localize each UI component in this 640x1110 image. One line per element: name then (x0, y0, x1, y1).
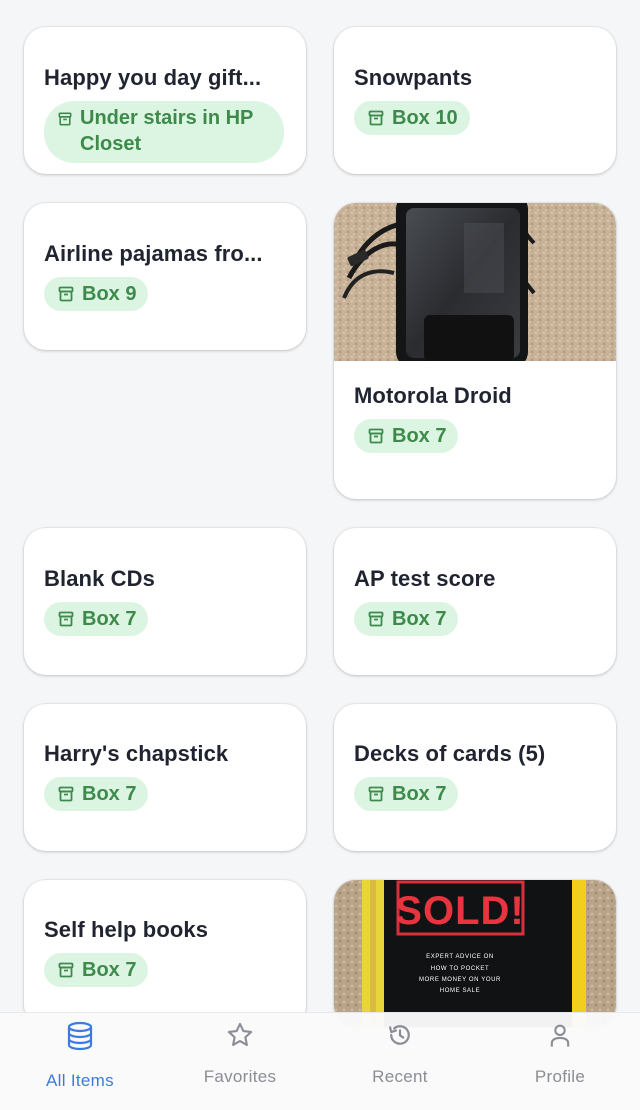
location-badge: Box 7 (354, 777, 459, 811)
item-card[interactable]: Blank CDs Box 7 (24, 528, 306, 675)
box-icon (368, 786, 384, 802)
item-title: Motorola Droid (354, 383, 512, 408)
item-title: Decks of cards (5) (354, 741, 546, 766)
item-title: Self help books (44, 917, 209, 942)
item-title: Blank CDs (44, 566, 155, 591)
location-label: Box 9 (82, 283, 137, 305)
item-title: Happy you day gift... (44, 65, 262, 90)
location-label: Box 10 (392, 107, 458, 129)
location-label: Box 7 (82, 608, 137, 630)
location-label: Box 7 (392, 425, 447, 447)
box-icon (58, 112, 72, 126)
star-icon (227, 1022, 253, 1046)
item-card[interactable]: Airline pajamas fro... Box 9 (24, 203, 306, 350)
database-icon (67, 1021, 93, 1051)
location-label: Box 7 (392, 783, 447, 805)
location-badge: Under stairs in HP Closet (44, 101, 284, 163)
tab-favorites[interactable]: Favorites (160, 1013, 320, 1110)
location-badge: Box 7 (44, 953, 149, 987)
tab-label: Profile (534, 1067, 586, 1086)
bottom-tab-bar: All Items Favorites Recent Profile (0, 1012, 640, 1110)
box-icon (58, 786, 74, 802)
location-label: Box 7 (392, 608, 447, 630)
item-card[interactable]: Decks of cards (5) Box 7 (334, 704, 616, 851)
location-badge: Box 7 (354, 602, 459, 636)
box-icon (368, 611, 384, 627)
tab-label: All Items (46, 1071, 114, 1090)
item-title: Snowpants (354, 65, 473, 90)
book-line: MORE MONEY ON YOUR (419, 977, 501, 983)
box-icon (368, 428, 384, 444)
tab-label: Favorites (203, 1067, 277, 1086)
location-badge: Box 9 (44, 277, 149, 311)
book-line: HOME SALE (440, 988, 480, 994)
item-card[interactable]: Snowpants Box 10 (334, 27, 616, 174)
box-icon (58, 611, 74, 627)
location-badge: Box 7 (44, 602, 149, 636)
item-card[interactable]: SOLD! EXPERT ADVICE ON HOW TO POCKET MOR… (334, 880, 616, 1027)
item-card[interactable]: Happy you day gift... Under stairs in HP… (24, 27, 306, 174)
item-title: Airline pajamas fro... (44, 241, 263, 266)
tab-profile[interactable]: Profile (480, 1013, 640, 1110)
book-headline: SOLD! (395, 889, 524, 933)
tab-recent[interactable]: Recent (320, 1013, 480, 1110)
tab-label: Recent (372, 1067, 428, 1086)
item-card[interactable]: AP test score Box 7 (334, 528, 616, 675)
box-icon (58, 962, 74, 978)
location-label: Box 7 (82, 783, 137, 805)
box-icon (58, 286, 74, 302)
item-card[interactable]: Harry's chapstick Box 7 (24, 704, 306, 851)
item-card[interactable]: Self help books Box 7 (24, 880, 306, 1027)
box-icon (368, 110, 384, 126)
item-photo: SOLD! EXPERT ADVICE ON HOW TO POCKET MOR… (334, 880, 616, 1027)
person-icon (550, 1024, 570, 1047)
location-label: Box 7 (82, 959, 137, 981)
tab-all-items[interactable]: All Items (0, 1013, 160, 1110)
item-title: AP test score (354, 566, 496, 591)
location-badge: Box 7 (44, 777, 149, 811)
location-label: Under stairs in HP Closet (80, 107, 254, 155)
history-icon (388, 1025, 410, 1045)
item-title: Harry's chapstick (44, 741, 229, 766)
location-badge: Box 10 (354, 101, 470, 135)
item-photo (334, 203, 616, 361)
item-card[interactable]: Motorola Droid Box 7 (334, 203, 616, 499)
location-badge: Box 7 (354, 419, 459, 453)
book-line: HOW TO POCKET (431, 966, 490, 972)
book-line: EXPERT ADVICE ON (426, 954, 494, 960)
